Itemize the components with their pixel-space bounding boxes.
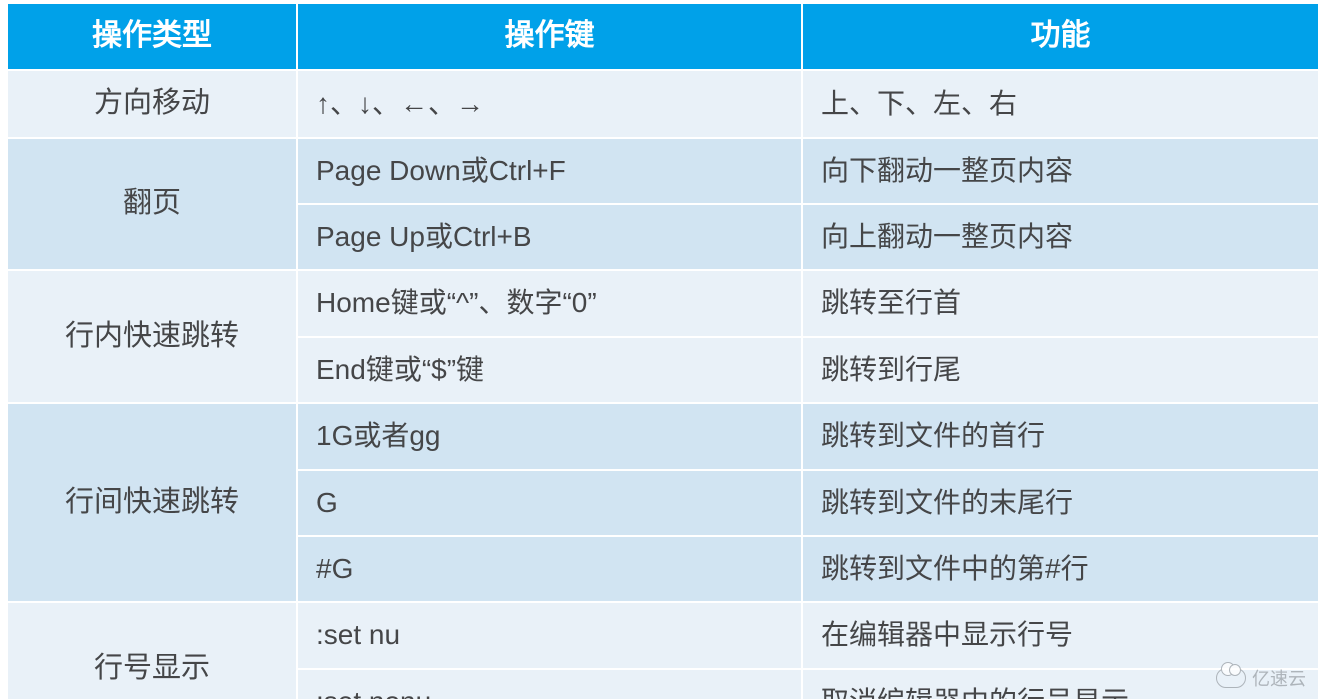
key-cell: End键或“$”键	[297, 337, 802, 403]
category-cell: 方向移动	[7, 70, 297, 138]
table-row: 行号显示:set nu在编辑器中显示行号	[7, 602, 1319, 668]
key-cell: Page Up或Ctrl+B	[297, 204, 802, 270]
key-cell: :set nonu	[297, 669, 802, 699]
func-cell: 向上翻动一整页内容	[802, 204, 1319, 270]
category-cell: 行间快速跳转	[7, 403, 297, 602]
table-header-row: 操作类型 操作键 功能	[7, 3, 1319, 70]
header-key: 操作键	[297, 3, 802, 70]
vim-shortcuts-table: 操作类型 操作键 功能 方向移动↑、↓、←、→上、下、左、右翻页Page Dow…	[6, 2, 1320, 699]
category-cell: 翻页	[7, 138, 297, 271]
key-cell: 1G或者gg	[297, 403, 802, 469]
func-cell: 跳转至行首	[802, 270, 1319, 336]
key-cell: #G	[297, 536, 802, 602]
func-cell: 上、下、左、右	[802, 70, 1319, 138]
key-cell: Home键或“^”、数字“0”	[297, 270, 802, 336]
func-cell: 跳转到文件的末尾行	[802, 470, 1319, 536]
key-cell: :set nu	[297, 602, 802, 668]
category-cell: 行号显示	[7, 602, 297, 699]
header-func: 功能	[802, 3, 1319, 70]
func-cell: 取消编辑器中的行号显示	[802, 669, 1319, 699]
func-cell: 跳转到文件中的第#行	[802, 536, 1319, 602]
table-row: 翻页Page Down或Ctrl+F向下翻动一整页内容	[7, 138, 1319, 204]
table-row: 行间快速跳转1G或者gg跳转到文件的首行	[7, 403, 1319, 469]
category-cell: 行内快速跳转	[7, 270, 297, 403]
table-row: 方向移动↑、↓、←、→上、下、左、右	[7, 70, 1319, 138]
func-cell: 在编辑器中显示行号	[802, 602, 1319, 668]
key-cell: Page Down或Ctrl+F	[297, 138, 802, 204]
func-cell: 向下翻动一整页内容	[802, 138, 1319, 204]
key-cell: ↑、↓、←、→	[297, 70, 802, 138]
table-body: 方向移动↑、↓、←、→上、下、左、右翻页Page Down或Ctrl+F向下翻动…	[7, 70, 1319, 699]
header-type: 操作类型	[7, 3, 297, 70]
table-row: 行内快速跳转Home键或“^”、数字“0”跳转至行首	[7, 270, 1319, 336]
func-cell: 跳转到文件的首行	[802, 403, 1319, 469]
func-cell: 跳转到行尾	[802, 337, 1319, 403]
key-cell: G	[297, 470, 802, 536]
